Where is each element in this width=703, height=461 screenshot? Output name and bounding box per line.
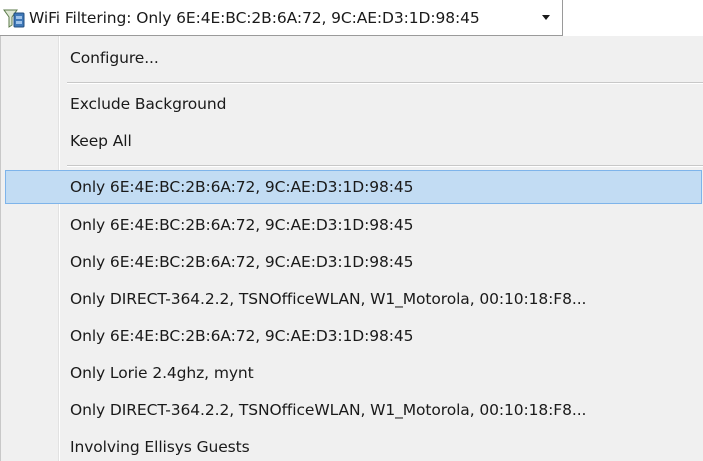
menu-item-label: Only 6E:4E:BC:2B:6A:72, 9C:AE:D3:1D:98:4…	[70, 216, 414, 234]
menu-item-filter-7[interactable]: Only DIRECT-364.2.2, TSNOfficeWLAN, W1_M…	[1, 393, 703, 427]
menu-item-label: Only Lorie 2.4ghz, mynt	[70, 364, 254, 382]
menu-item-filter-3[interactable]: Only 6E:4E:BC:2B:6A:72, 9C:AE:D3:1D:98:4…	[1, 245, 703, 279]
dropdown-label: WiFi Filtering: Only 6E:4E:BC:2B:6A:72, …	[29, 9, 480, 27]
menu-item-label: Only 6E:4E:BC:2B:6A:72, 9C:AE:D3:1D:98:4…	[70, 327, 414, 345]
menu-item-exclude-background[interactable]: Exclude Background	[1, 87, 703, 121]
menu-separator	[67, 165, 703, 167]
menu-item-label: Involving Ellisys Guests	[70, 438, 250, 456]
screen: WiFi Filtering: Only 6E:4E:BC:2B:6A:72, …	[0, 0, 703, 461]
menu-item-label: Only 6E:4E:BC:2B:6A:72, 9C:AE:D3:1D:98:4…	[70, 178, 414, 196]
menu-item-filter-2[interactable]: Only 6E:4E:BC:2B:6A:72, 9C:AE:D3:1D:98:4…	[1, 208, 703, 242]
menu-item-label: Keep All	[70, 132, 132, 150]
menu-item-label: Exclude Background	[70, 95, 227, 113]
menu-item-keep-all[interactable]: Keep All	[1, 124, 703, 158]
menu-item-label: Only DIRECT-364.2.2, TSNOfficeWLAN, W1_M…	[70, 401, 587, 419]
filter-icon	[3, 9, 25, 28]
menu-item-filter-1[interactable]: Only 6E:4E:BC:2B:6A:72, 9C:AE:D3:1D:98:4…	[5, 170, 702, 204]
menu-separator	[67, 82, 703, 84]
wifi-filter-dropdown[interactable]: WiFi Filtering: Only 6E:4E:BC:2B:6A:72, …	[0, 0, 563, 36]
menu-item-label: Only 6E:4E:BC:2B:6A:72, 9C:AE:D3:1D:98:4…	[70, 253, 414, 271]
menu-item-filter-4[interactable]: Only DIRECT-364.2.2, TSNOfficeWLAN, W1_M…	[1, 282, 703, 316]
filter-menu: Configure... Exclude Background Keep All…	[0, 36, 703, 461]
chevron-down-icon[interactable]	[542, 15, 550, 20]
menu-item-configure[interactable]: Configure...	[1, 41, 703, 75]
menu-item-label: Configure...	[70, 49, 159, 67]
menu-item-filter-5[interactable]: Only 6E:4E:BC:2B:6A:72, 9C:AE:D3:1D:98:4…	[1, 319, 703, 353]
menu-item-involving-ellisys-guests[interactable]: Involving Ellisys Guests	[1, 430, 703, 461]
menu-item-filter-6[interactable]: Only Lorie 2.4ghz, mynt	[1, 356, 703, 390]
menu-item-label: Only DIRECT-364.2.2, TSNOfficeWLAN, W1_M…	[70, 290, 587, 308]
